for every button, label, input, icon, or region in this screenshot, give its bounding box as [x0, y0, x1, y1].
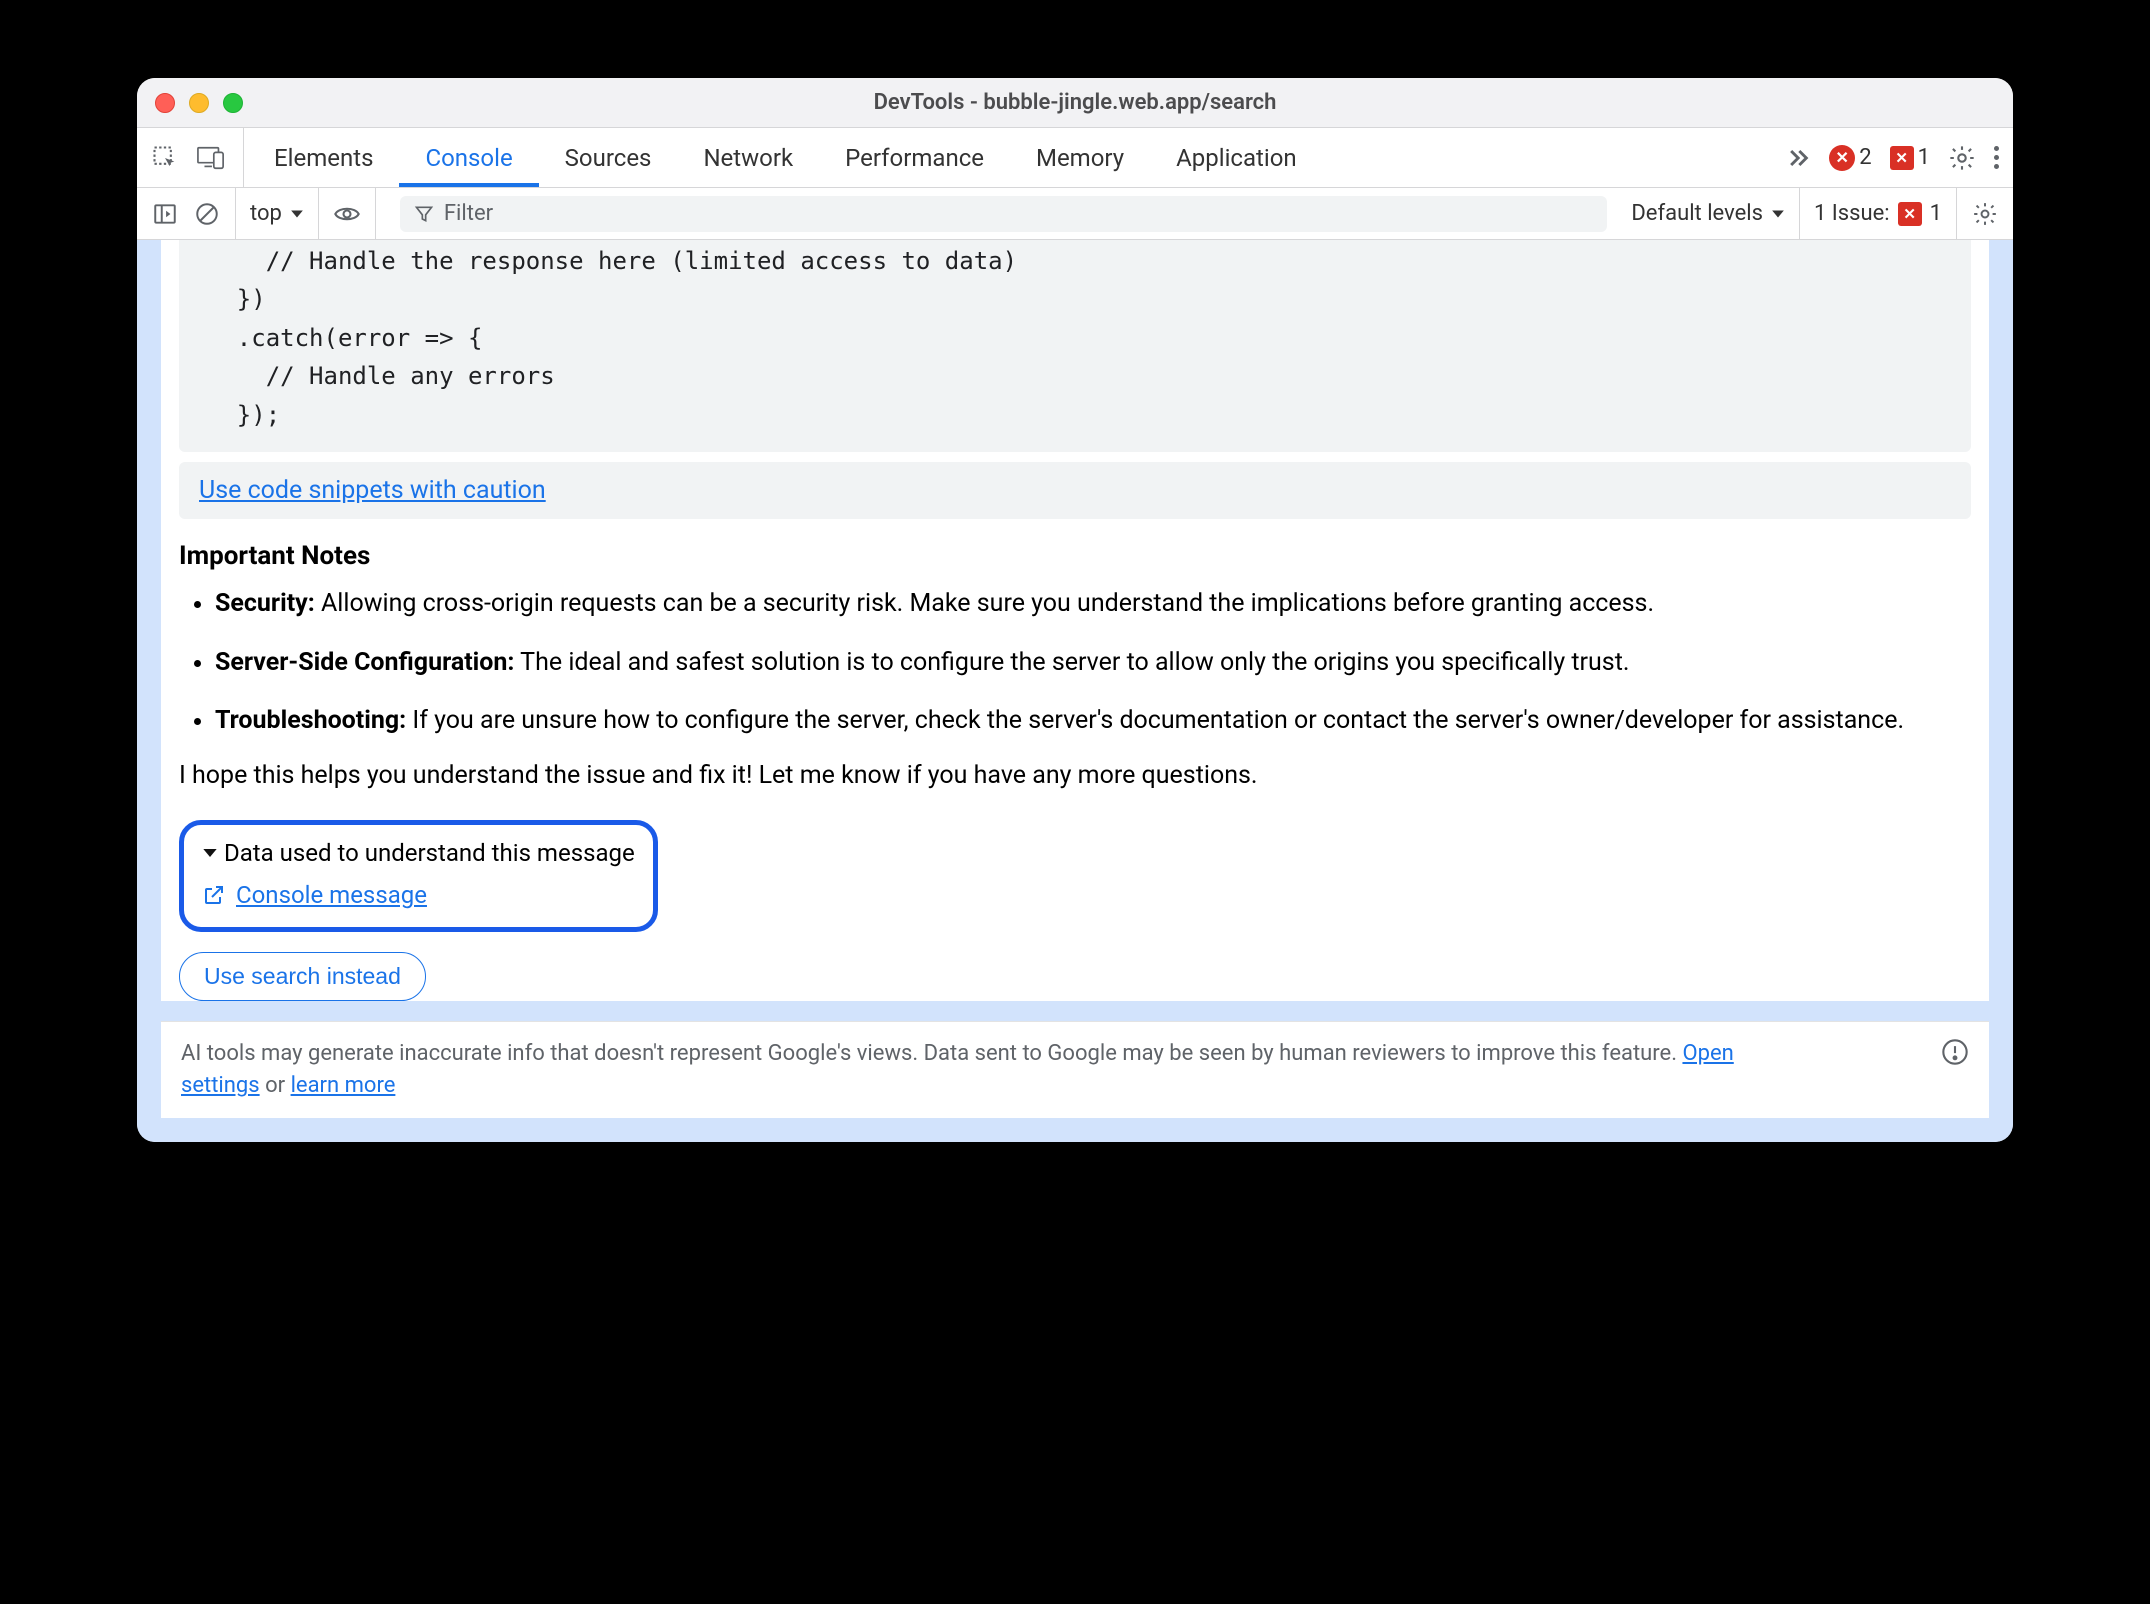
context-label: top [250, 201, 282, 226]
panel-tabs: Elements Console Sources Network Perform… [248, 128, 1323, 187]
warning-icon[interactable] [1941, 1038, 1969, 1066]
tab-sources[interactable]: Sources [539, 128, 678, 187]
chevron-down-icon [1771, 207, 1785, 221]
error-badge[interactable]: ✕ 2 [1829, 145, 1871, 171]
log-levels-selector[interactable]: Default levels [1631, 201, 1785, 226]
issue-summary[interactable]: 1 Issue: ✕ 1 [1814, 201, 1942, 226]
issue-summary-prefix: 1 Issue: [1814, 201, 1890, 226]
issues-count: 1 [1918, 145, 1930, 170]
clear-console-icon[interactable] [193, 200, 221, 228]
list-item: Server-Side Configuration: The ideal and… [215, 644, 1971, 683]
main-toolbar: Elements Console Sources Network Perform… [137, 128, 2013, 188]
issue-flag-icon: ✕ [1890, 146, 1914, 170]
error-count: 2 [1859, 145, 1871, 170]
issues-badge[interactable]: ✕ 1 [1890, 145, 1930, 170]
titlebar: DevTools - bubble-jingle.web.app/search [137, 78, 2013, 128]
console-message-link[interactable]: Console message [236, 881, 427, 909]
snippet-caution-banner: Use code snippets with caution [179, 462, 1971, 519]
console-settings-gear-icon[interactable] [1971, 200, 1999, 228]
data-used-callout: Data used to understand this message Con… [179, 820, 658, 932]
list-item: Security: Allowing cross-origin requests… [215, 585, 1971, 624]
notes-list: Security: Allowing cross-origin requests… [179, 585, 1971, 741]
chevron-down-icon [290, 207, 304, 221]
kebab-menu-icon[interactable] [1994, 146, 1999, 169]
toggle-sidebar-icon[interactable] [151, 200, 179, 228]
data-used-toggle[interactable]: Data used to understand this message [202, 839, 635, 867]
levels-label: Default levels [1631, 201, 1763, 226]
ai-disclaimer-footer: AI tools may generate inaccurate info th… [161, 1021, 1989, 1118]
tab-elements[interactable]: Elements [248, 128, 399, 187]
snippet-caution-link[interactable]: Use code snippets with caution [199, 476, 546, 505]
filter-placeholder: Filter [444, 201, 493, 226]
inspect-element-icon[interactable] [151, 144, 179, 172]
filter-input[interactable]: Filter [400, 196, 1607, 232]
tab-console[interactable]: Console [399, 128, 538, 187]
console-subbar: top Filter Default levels 1 Issue: ✕ 1 [137, 188, 2013, 240]
triangle-down-icon [202, 845, 218, 861]
tab-performance[interactable]: Performance [819, 128, 1010, 187]
issue-flag-icon: ✕ [1898, 202, 1922, 226]
settings-gear-icon[interactable] [1948, 144, 1976, 172]
window-title: DevTools - bubble-jingle.web.app/search [137, 90, 2013, 115]
learn-more-link[interactable]: learn more [291, 1073, 396, 1098]
data-used-label: Data used to understand this message [224, 839, 635, 867]
list-item: Troubleshooting: If you are unsure how t… [215, 702, 1971, 741]
code-block: // Handle the response here (limited acc… [179, 240, 1971, 452]
live-expression-eye-icon[interactable] [333, 200, 361, 228]
closing-text: I hope this helps you understand the iss… [179, 761, 1971, 790]
use-search-button[interactable]: Use search instead [179, 952, 426, 1001]
more-tabs-icon[interactable] [1783, 144, 1811, 172]
tab-application[interactable]: Application [1150, 128, 1323, 187]
issue-summary-count: 1 [1930, 201, 1942, 226]
device-toolbar-icon[interactable] [197, 144, 225, 172]
context-selector[interactable]: top [250, 201, 304, 226]
footer-text: AI tools may generate inaccurate info th… [181, 1041, 1682, 1066]
open-in-new-icon [202, 883, 226, 907]
tab-memory[interactable]: Memory [1010, 128, 1150, 187]
tab-network[interactable]: Network [677, 128, 819, 187]
ai-insight-card: // Handle the response here (limited acc… [161, 240, 1989, 1001]
filter-icon [414, 204, 434, 224]
error-icon: ✕ [1829, 145, 1855, 171]
notes-heading: Important Notes [179, 541, 1971, 571]
devtools-window: DevTools - bubble-jingle.web.app/search … [137, 78, 2013, 1142]
console-content: // Handle the response here (limited acc… [137, 240, 2013, 1142]
